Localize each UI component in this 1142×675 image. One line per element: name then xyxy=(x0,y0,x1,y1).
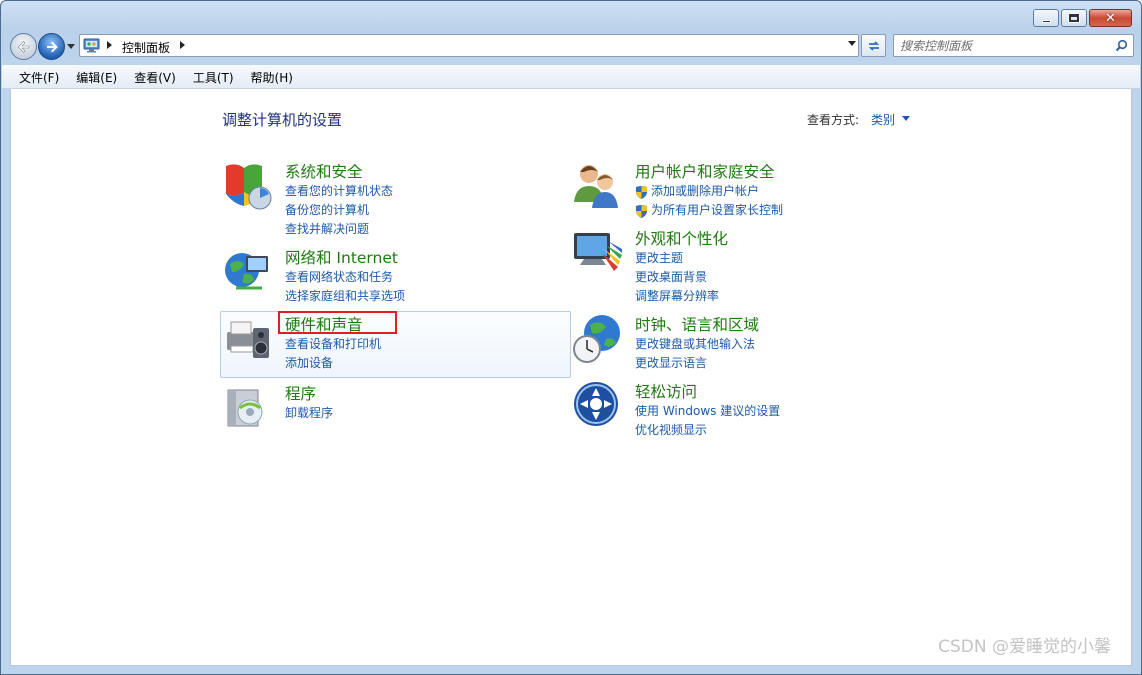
link-devices-printers[interactable]: 查看设备和打印机 xyxy=(285,335,381,354)
link-network-status[interactable]: 查看网络状态和任务 xyxy=(285,268,405,287)
view-by-arrow-icon[interactable] xyxy=(902,116,910,121)
uac-shield-icon xyxy=(636,205,647,218)
search-box[interactable] xyxy=(893,34,1134,57)
menu-tools[interactable]: 工具(T) xyxy=(184,65,242,88)
link-find-fix-problems[interactable]: 查找并解决问题 xyxy=(285,220,393,239)
breadcrumb-separator-icon[interactable] xyxy=(107,41,112,49)
clock-globe-icon[interactable] xyxy=(572,313,624,365)
refresh-button[interactable] xyxy=(861,34,886,57)
content-pane: 调整计算机的设置 查看方式: 类别 系统和安全 查看您的计算机状态 备份您的计算… xyxy=(10,89,1132,666)
link-homegroup-sharing[interactable]: 选择家庭组和共享选项 xyxy=(285,287,405,306)
network-globe-icon[interactable] xyxy=(222,246,274,298)
link-change-desktop-background[interactable]: 更改桌面背景 xyxy=(635,268,719,287)
watermark: CSDN @爱睡觉的小馨 xyxy=(938,637,1111,657)
link-parental-controls-label[interactable]: 为所有用户设置家长控制 xyxy=(651,203,783,217)
menu-file[interactable]: 文件(F) xyxy=(10,65,67,88)
users-icon[interactable] xyxy=(572,160,624,212)
category-programs: 程序 卸载程序 xyxy=(222,382,572,448)
maximize-icon xyxy=(1068,13,1080,23)
uac-shield-icon xyxy=(636,186,647,199)
link-add-remove-accounts[interactable]: 添加或删除用户帐户 xyxy=(635,182,783,201)
search-icon[interactable] xyxy=(1115,39,1128,52)
recent-pages-dropdown-icon[interactable] xyxy=(67,42,75,50)
link-optimize-display[interactable]: 优化视频显示 xyxy=(635,421,780,440)
category-ease-of-access: 轻松访问 使用 Windows 建议的设置 优化视频显示 xyxy=(572,380,922,446)
breadcrumb-separator-icon[interactable] xyxy=(180,41,185,49)
category-heading-programs[interactable]: 程序 xyxy=(285,382,316,404)
menu-edit[interactable]: 编辑(E) xyxy=(67,65,125,88)
minimize-button[interactable] xyxy=(1033,9,1059,27)
menu-help[interactable]: 帮助(H) xyxy=(242,65,301,88)
back-arrow-icon xyxy=(17,40,29,53)
forward-button[interactable] xyxy=(38,33,65,60)
category-heading-system-security[interactable]: 系统和安全 xyxy=(285,160,363,182)
back-button[interactable] xyxy=(10,33,37,60)
link-add-device[interactable]: 添加设备 xyxy=(285,354,381,373)
refresh-icon xyxy=(868,40,879,51)
link-backup-computer[interactable]: 备份您的计算机 xyxy=(285,201,393,220)
link-add-remove-accounts-label[interactable]: 添加或删除用户帐户 xyxy=(651,184,759,198)
link-view-computer-status[interactable]: 查看您的计算机状态 xyxy=(285,182,393,201)
menu-bar: 文件(F) 编辑(E) 查看(V) 工具(T) 帮助(H) xyxy=(2,65,1140,89)
category-heading-user-accounts[interactable]: 用户帐户和家庭安全 xyxy=(635,160,775,182)
printer-speaker-icon[interactable] xyxy=(223,314,275,366)
appearance-monitor-icon[interactable] xyxy=(572,227,624,279)
link-adjust-resolution[interactable]: 调整屏幕分辨率 xyxy=(635,287,719,306)
category-heading-clock-region[interactable]: 时钟、语言和区域 xyxy=(635,313,759,335)
category-appearance: 外观和个性化 更改主题 更改桌面背景 调整屏幕分辨率 xyxy=(572,227,922,303)
view-by-dropdown[interactable]: 类别 xyxy=(871,111,895,128)
category-heading-ease-of-access[interactable]: 轻松访问 xyxy=(635,380,697,402)
category-system-security: 系统和安全 查看您的计算机状态 备份您的计算机 查找并解决问题 xyxy=(222,160,572,236)
maximize-button[interactable] xyxy=(1061,9,1087,27)
link-change-keyboard-input[interactable]: 更改键盘或其他输入法 xyxy=(635,335,755,354)
link-recommended-settings[interactable]: 使用 Windows 建议的设置 xyxy=(635,402,780,421)
link-parental-controls[interactable]: 为所有用户设置家长控制 xyxy=(635,201,783,220)
ease-of-access-icon[interactable] xyxy=(572,380,624,432)
close-icon: ✕ xyxy=(1105,10,1116,26)
close-button[interactable]: ✕ xyxy=(1089,9,1132,27)
address-history-dropdown-icon[interactable] xyxy=(848,41,856,46)
link-change-theme[interactable]: 更改主题 xyxy=(635,249,719,268)
control-panel-window: ✕ 控制面板 文件(F) xyxy=(0,0,1142,675)
forward-arrow-icon xyxy=(46,41,58,52)
security-shield-icon[interactable] xyxy=(222,160,274,212)
caption-buttons: ✕ xyxy=(1033,9,1132,27)
category-clock-region: 时钟、语言和区域 更改键盘或其他输入法 更改显示语言 xyxy=(572,313,922,379)
annotation-highlight-box xyxy=(278,311,397,334)
breadcrumb-control-panel[interactable]: 控制面板 xyxy=(122,39,170,56)
control-panel-icon xyxy=(83,38,100,53)
page-title: 调整计算机的设置 xyxy=(222,111,343,129)
category-heading-appearance[interactable]: 外观和个性化 xyxy=(635,227,728,249)
category-network: 网络和 Internet 查看网络状态和任务 选择家庭组和共享选项 xyxy=(222,246,572,312)
category-heading-network[interactable]: 网络和 Internet xyxy=(285,246,398,268)
menu-view[interactable]: 查看(V) xyxy=(125,65,184,88)
address-bar[interactable]: 控制面板 xyxy=(79,34,859,57)
link-change-display-language[interactable]: 更改显示语言 xyxy=(635,354,755,373)
programs-box-icon[interactable] xyxy=(222,382,274,434)
view-by-label: 查看方式: xyxy=(807,113,860,127)
minimize-icon xyxy=(1041,19,1051,23)
category-user-accounts: 用户帐户和家庭安全 添加或删除用户帐户 为所有用户设置家长控制 xyxy=(572,160,922,226)
link-uninstall-program[interactable]: 卸载程序 xyxy=(285,404,333,423)
search-input[interactable] xyxy=(900,36,1110,56)
